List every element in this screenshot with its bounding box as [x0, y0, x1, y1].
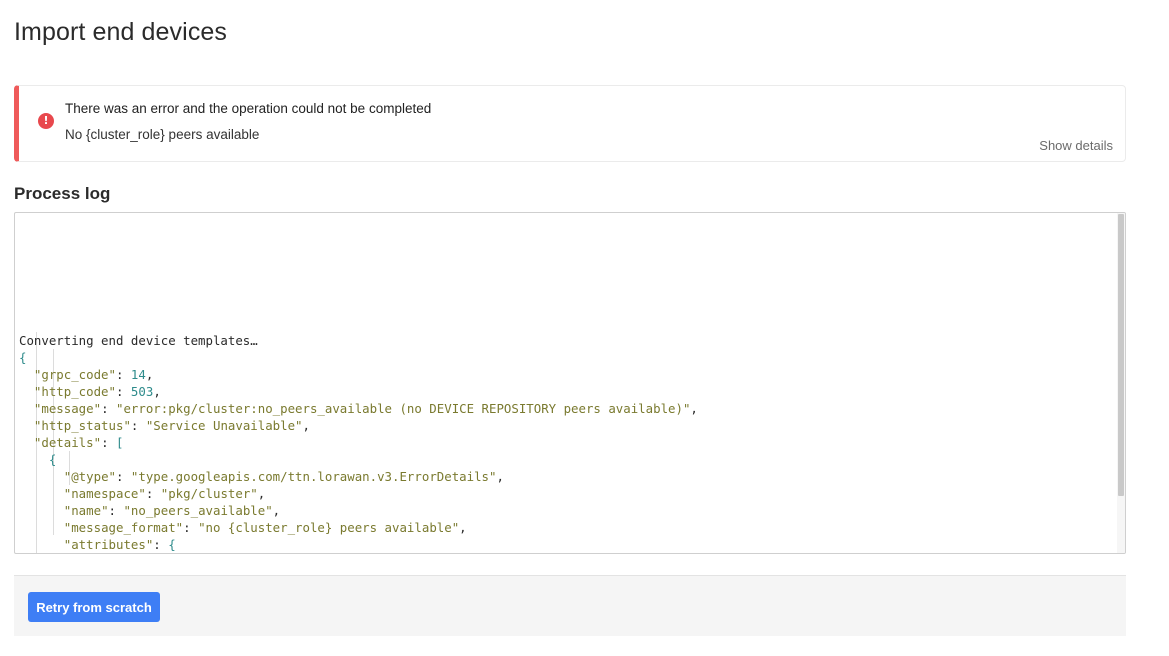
error-notification: ! There was an error and the operation c…	[14, 85, 1126, 162]
error-title: There was an error and the operation cou…	[65, 101, 432, 116]
log-line: Converting end device templates…	[19, 333, 258, 348]
exclamation-icon: !	[38, 113, 54, 129]
log-scrollbar-thumb[interactable]	[1118, 214, 1124, 496]
log-line: "cluster_role": "DEVICE REPOSITORY"	[19, 553, 1111, 554]
log-line: "http_status": "Service Unavailable",	[33, 418, 310, 433]
log-line: "name": "no_peers_available",	[63, 503, 281, 518]
error-message: No {cluster_role} peers available	[65, 127, 260, 142]
page-title: Import end devices	[14, 18, 228, 46]
process-log-content: Converting end device templates… { "grpc_…	[19, 230, 1111, 553]
import-end-devices-page: Import end devices ! There was an error …	[0, 0, 1169, 656]
log-line: {	[19, 350, 27, 365]
footer-actions: Retry from scratch	[14, 575, 1126, 636]
log-line: "attributes": {	[63, 537, 176, 552]
log-line: "details": [	[33, 435, 124, 450]
log-line: "message": "error:pkg/cluster:no_peers_a…	[33, 401, 698, 416]
process-log-box[interactable]: Converting end device templates… { "grpc_…	[14, 212, 1126, 554]
log-line: "grpc_code": 14,	[33, 367, 154, 382]
log-line: {	[48, 452, 57, 467]
log-line: "namespace": "pkg/cluster",	[63, 486, 266, 501]
log-line: "@type": "type.googleapis.com/ttn.lorawa…	[63, 469, 504, 484]
log-line: "message_format": "no {cluster_role} pee…	[63, 520, 467, 535]
process-log-title: Process log	[14, 184, 111, 203]
retry-from-scratch-button[interactable]: Retry from scratch	[28, 592, 160, 622]
show-details-link[interactable]: Show details	[1039, 138, 1113, 153]
log-line: "http_code": 503,	[33, 384, 161, 399]
log-scrollbar[interactable]	[1117, 213, 1125, 553]
